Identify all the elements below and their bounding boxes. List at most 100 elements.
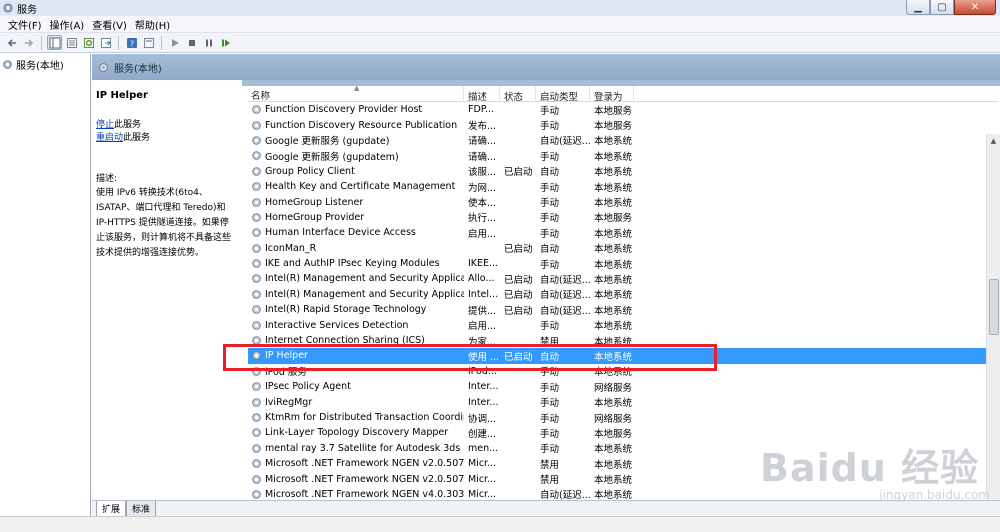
cell-log-on-as: 本地系统 — [594, 136, 633, 148]
cell-startup-type: 手动 — [540, 151, 560, 163]
minimize-button[interactable]: ▁ — [906, 0, 930, 15]
cell-log-on-as: 网络服务 — [594, 413, 633, 425]
service-gear-icon — [252, 428, 261, 438]
properties-icon[interactable] — [64, 35, 79, 50]
table-row[interactable]: Google 更新服务 (gupdatem) 请确... 手动 本地系统 — [248, 148, 998, 163]
service-gear-icon — [252, 305, 261, 315]
cell-description: 提供... — [468, 305, 497, 317]
menu-bar: 文件(F) 操作(A) 查看(V) 帮助(H) — [0, 16, 1000, 33]
cell-name: Google 更新服务 (gupdatem) — [248, 149, 464, 163]
back-arrow-icon[interactable] — [4, 35, 19, 50]
start-service-icon[interactable] — [167, 35, 182, 50]
service-gear-icon — [252, 136, 261, 145]
table-row[interactable]: KtmRm for Distributed Transaction Coordi… — [248, 410, 998, 425]
service-gear-icon — [252, 243, 261, 253]
table-row[interactable]: IconMan_R 已启动 自动 本地系统 — [248, 241, 998, 256]
pause-service-icon[interactable] — [201, 35, 216, 50]
column-header-log-on-as[interactable]: 登录为 — [590, 86, 634, 103]
service-gear-icon — [252, 166, 261, 176]
scroll-up-arrow-icon[interactable]: ▲ — [987, 134, 1000, 148]
cell-description: Micr... — [468, 458, 497, 470]
cell-log-on-as: 本地系统 — [594, 151, 633, 163]
cell-name: mental ray 3.7 Satellite for Autodesk 3d… — [248, 443, 464, 454]
service-name-text: HomeGroup Listener — [265, 196, 364, 208]
cell-startup-type: 自动(延迟... — [540, 290, 590, 302]
restart-service-icon[interactable] — [218, 35, 233, 50]
menu-file[interactable]: 文件(F) — [4, 17, 46, 32]
scrollbar-thumb[interactable] — [989, 279, 999, 335]
service-gear-icon — [252, 474, 261, 484]
refresh-icon[interactable] — [81, 35, 96, 50]
toolbar-separator — [118, 35, 119, 50]
service-name-text: Health Key and Certificate Management — [265, 181, 456, 193]
table-row[interactable]: Interactive Services Detection 启用... 手动 本地系… — [248, 317, 998, 332]
menu-help[interactable]: 帮助(H) — [131, 17, 174, 32]
table-row[interactable]: Function Discovery Provider Host FDP... 手动… — [248, 102, 998, 117]
close-button[interactable]: ✕ — [954, 0, 996, 15]
table-row[interactable]: Human Interface Device Access 启用... 手动 本地系统 — [248, 225, 998, 240]
service-gear-icon — [252, 197, 261, 207]
service-gear-icon — [252, 320, 261, 330]
table-row[interactable]: Function Discovery Resource Publication 发… — [248, 117, 998, 132]
table-row[interactable]: Google 更新服务 (gupdate) 请确... 自动(延迟... 本地系统 — [248, 133, 998, 148]
stop-service-icon[interactable] — [184, 35, 199, 50]
cell-description: FDP... — [468, 104, 495, 116]
export-list-icon[interactable] — [98, 35, 113, 50]
column-header-status[interactable]: 状态 — [500, 86, 536, 103]
menu-view[interactable]: 查看(V) — [88, 17, 131, 32]
description-text: 使用 IPv6 转换技术(6to4、ISATAP、端口代理和 Teredo)和 … — [96, 188, 232, 258]
forward-arrow-icon[interactable] — [21, 35, 36, 50]
cell-startup-type: 自动 — [540, 244, 560, 256]
cell-description: 启用... — [468, 321, 497, 333]
console-icon[interactable] — [141, 35, 156, 50]
restart-service-link[interactable]: 重启动 — [96, 133, 123, 143]
cell-description: 启用... — [468, 228, 497, 240]
services-gear-icon — [3, 3, 13, 13]
cell-log-on-as: 本地系统 — [594, 490, 633, 500]
cell-startup-type: 自动(延迟... — [540, 490, 590, 500]
table-row[interactable]: HomeGroup Provider 执行... 手动 本地服务 — [248, 210, 998, 225]
table-row[interactable]: IKE and AuthIP IPsec Keying Modules IKEE.… — [248, 256, 998, 271]
table-row[interactable]: Link-Layer Topology Discovery Mapper 创建..… — [248, 425, 998, 440]
table-row[interactable]: Health Key and Certificate Management 为网.… — [248, 179, 998, 194]
service-name-text: Intel(R) Management and Security Applica… — [265, 288, 464, 300]
cell-name: Microsoft .NET Framework NGEN v2.0.50727… — [248, 458, 464, 469]
table-row[interactable]: HomeGroup Listener 使本... 手动 本地系统 — [248, 194, 998, 209]
cell-description: 请确... — [468, 151, 497, 163]
cell-name: IviRegMgr — [248, 397, 464, 408]
help-icon[interactable]: ? — [124, 35, 139, 50]
service-name-text: Interactive Services Detection — [265, 319, 409, 331]
menu-action[interactable]: 操作(A) — [46, 17, 89, 32]
table-row[interactable]: Intel(R) Management and Security Applica… — [248, 287, 998, 302]
column-header-description[interactable]: 描述 — [464, 86, 500, 103]
cell-startup-type: 手动 — [540, 444, 560, 456]
maximize-button[interactable]: ▢ — [930, 0, 954, 15]
cell-description: 该服... — [468, 167, 497, 179]
tab-standard[interactable]: 标准 — [126, 501, 157, 517]
cell-status: 已启动 — [504, 274, 533, 286]
table-row[interactable]: Intel(R) Rapid Storage Technology 提供... 已启… — [248, 302, 998, 317]
service-detail-panel: IP Helper 停止此服务 重启动此服务 描述: 使用 IPv6 转换技术(… — [92, 80, 240, 500]
service-gear-icon — [252, 228, 261, 238]
show-tree-icon[interactable] — [47, 35, 62, 50]
service-gear-icon — [252, 182, 261, 191]
cell-name: IconMan_R — [248, 243, 464, 254]
table-row[interactable]: IPsec Policy Agent Inter... 手动 网络服务 — [248, 379, 998, 394]
cell-name: Link-Layer Topology Discovery Mapper — [248, 427, 464, 438]
svg-text:?: ? — [129, 39, 133, 48]
tree-item-label: 服务(本地) — [16, 61, 64, 72]
cell-name: HomeGroup Provider — [248, 212, 464, 223]
column-header-startup-type[interactable]: 启动类型 — [536, 86, 590, 103]
toolbar: ? — [0, 33, 1000, 53]
cell-log-on-as: 本地系统 — [594, 244, 633, 256]
cell-name: Group Policy Client — [248, 166, 464, 177]
service-name-text: Link-Layer Topology Discovery Mapper — [265, 427, 449, 439]
table-row[interactable]: IviRegMgr Inter... 手动 本地系统 — [248, 394, 998, 409]
service-name-text: Microsoft .NET Framework NGEN v2.0.50727… — [265, 458, 464, 470]
table-row[interactable]: Group Policy Client 该服... 已启动 自动 本地系统 — [248, 164, 998, 179]
tree-item-services-local[interactable]: 服务(本地) — [0, 54, 90, 75]
cell-name: Interactive Services Detection — [248, 320, 464, 331]
stop-service-link[interactable]: 停止 — [96, 120, 114, 130]
table-row[interactable]: Intel(R) Management and Security Applica… — [248, 271, 998, 286]
tab-extended[interactable]: 扩展 — [96, 501, 127, 517]
